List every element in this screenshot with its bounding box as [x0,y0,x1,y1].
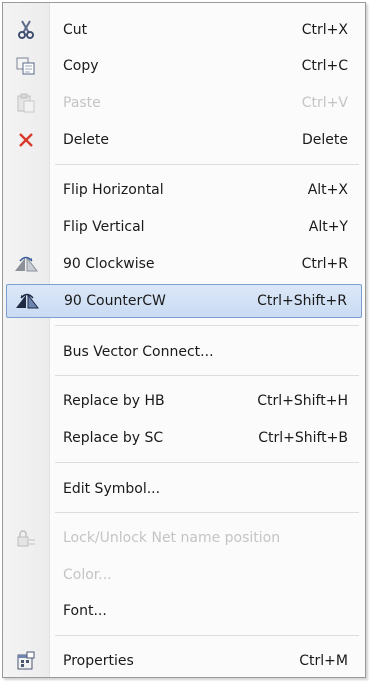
menu-item-label: Color... [63,567,112,583]
menu-item-edit-symbol[interactable]: Edit Symbol... [6,472,362,506]
menu-item-label: 90 CounterCW [64,293,166,309]
lock-net-name-icon [6,521,46,555]
rotate-counterclockwise-icon [7,284,47,318]
menu-item-label: Cut [63,22,88,38]
menu-item-label: Flip Vertical [63,219,145,235]
menu-item-label: Replace by HB [63,393,165,409]
properties-icon [6,644,46,678]
copy-icon [6,49,46,83]
menu-item-shortcut: Ctrl+C [301,58,348,74]
menu-item-shortcut: Alt+X [307,182,348,198]
context-menu: Cut Ctrl+X Copy Ctrl+C Paste Ctrl+V Dele… [2,2,366,678]
paste-icon [6,86,46,120]
menu-item-replace-by-hb[interactable]: Replace by HB Ctrl+Shift+H [6,384,362,418]
menu-item-properties[interactable]: Properties Ctrl+M [6,644,362,678]
menu-item-delete[interactable]: Delete Delete [6,123,362,157]
menu-item-label: Bus Vector Connect... [63,344,214,360]
menu-item-shortcut: Ctrl+V [301,95,348,111]
menu-item-shortcut: Ctrl+M [299,653,348,669]
menu-item-bus-vector-connect[interactable]: Bus Vector Connect... [6,335,362,369]
menu-item-shortcut: Alt+Y [308,219,348,235]
menu-item-lock-unlock-net-name[interactable]: Lock/Unlock Net name position [6,521,362,555]
menu-item-copy[interactable]: Copy Ctrl+C [6,49,362,83]
menu-item-label: Properties [63,653,134,669]
menu-item-label: Flip Horizontal [63,182,164,198]
scissors-icon [6,13,46,47]
menu-item-90-clockwise[interactable]: 90 Clockwise Ctrl+R [6,247,362,281]
menu-item-shortcut: Delete [302,132,348,148]
menu-item-label: Paste [63,95,101,111]
menu-separator [55,164,359,165]
menu-separator [55,635,359,636]
menu-item-font[interactable]: Font... [6,594,362,628]
menu-item-shortcut: Ctrl+R [301,256,348,272]
menu-item-label: 90 Clockwise [63,256,155,272]
menu-item-paste[interactable]: Paste Ctrl+V [6,86,362,120]
menu-item-flip-horizontal[interactable]: Flip Horizontal Alt+X [6,173,362,207]
menu-item-label: Delete [63,132,109,148]
menu-item-cut[interactable]: Cut Ctrl+X [6,13,362,47]
menu-separator [55,375,359,376]
menu-item-shortcut: Ctrl+Shift+B [258,430,348,446]
menu-item-label: Font... [63,603,107,619]
menu-item-shortcut: Ctrl+Shift+H [257,393,348,409]
menu-item-shortcut: Ctrl+X [301,22,348,38]
menu-item-label: Lock/Unlock Net name position [63,530,281,546]
menu-item-color[interactable]: Color... [6,558,362,592]
menu-item-flip-vertical[interactable]: Flip Vertical Alt+Y [6,210,362,244]
rotate-clockwise-icon [6,247,46,281]
menu-item-label: Edit Symbol... [63,481,161,497]
menu-item-shortcut: Ctrl+Shift+R [257,293,347,309]
menu-separator [55,512,359,513]
menu-separator [55,325,359,326]
menu-item-replace-by-sc[interactable]: Replace by SC Ctrl+Shift+B [6,421,362,455]
menu-item-90-counterclockwise[interactable]: 90 CounterCW Ctrl+Shift+R [6,284,362,318]
menu-item-label: Replace by SC [63,430,164,446]
menu-item-label: Copy [63,58,99,74]
menu-separator [55,462,359,463]
delete-x-icon [6,123,46,157]
